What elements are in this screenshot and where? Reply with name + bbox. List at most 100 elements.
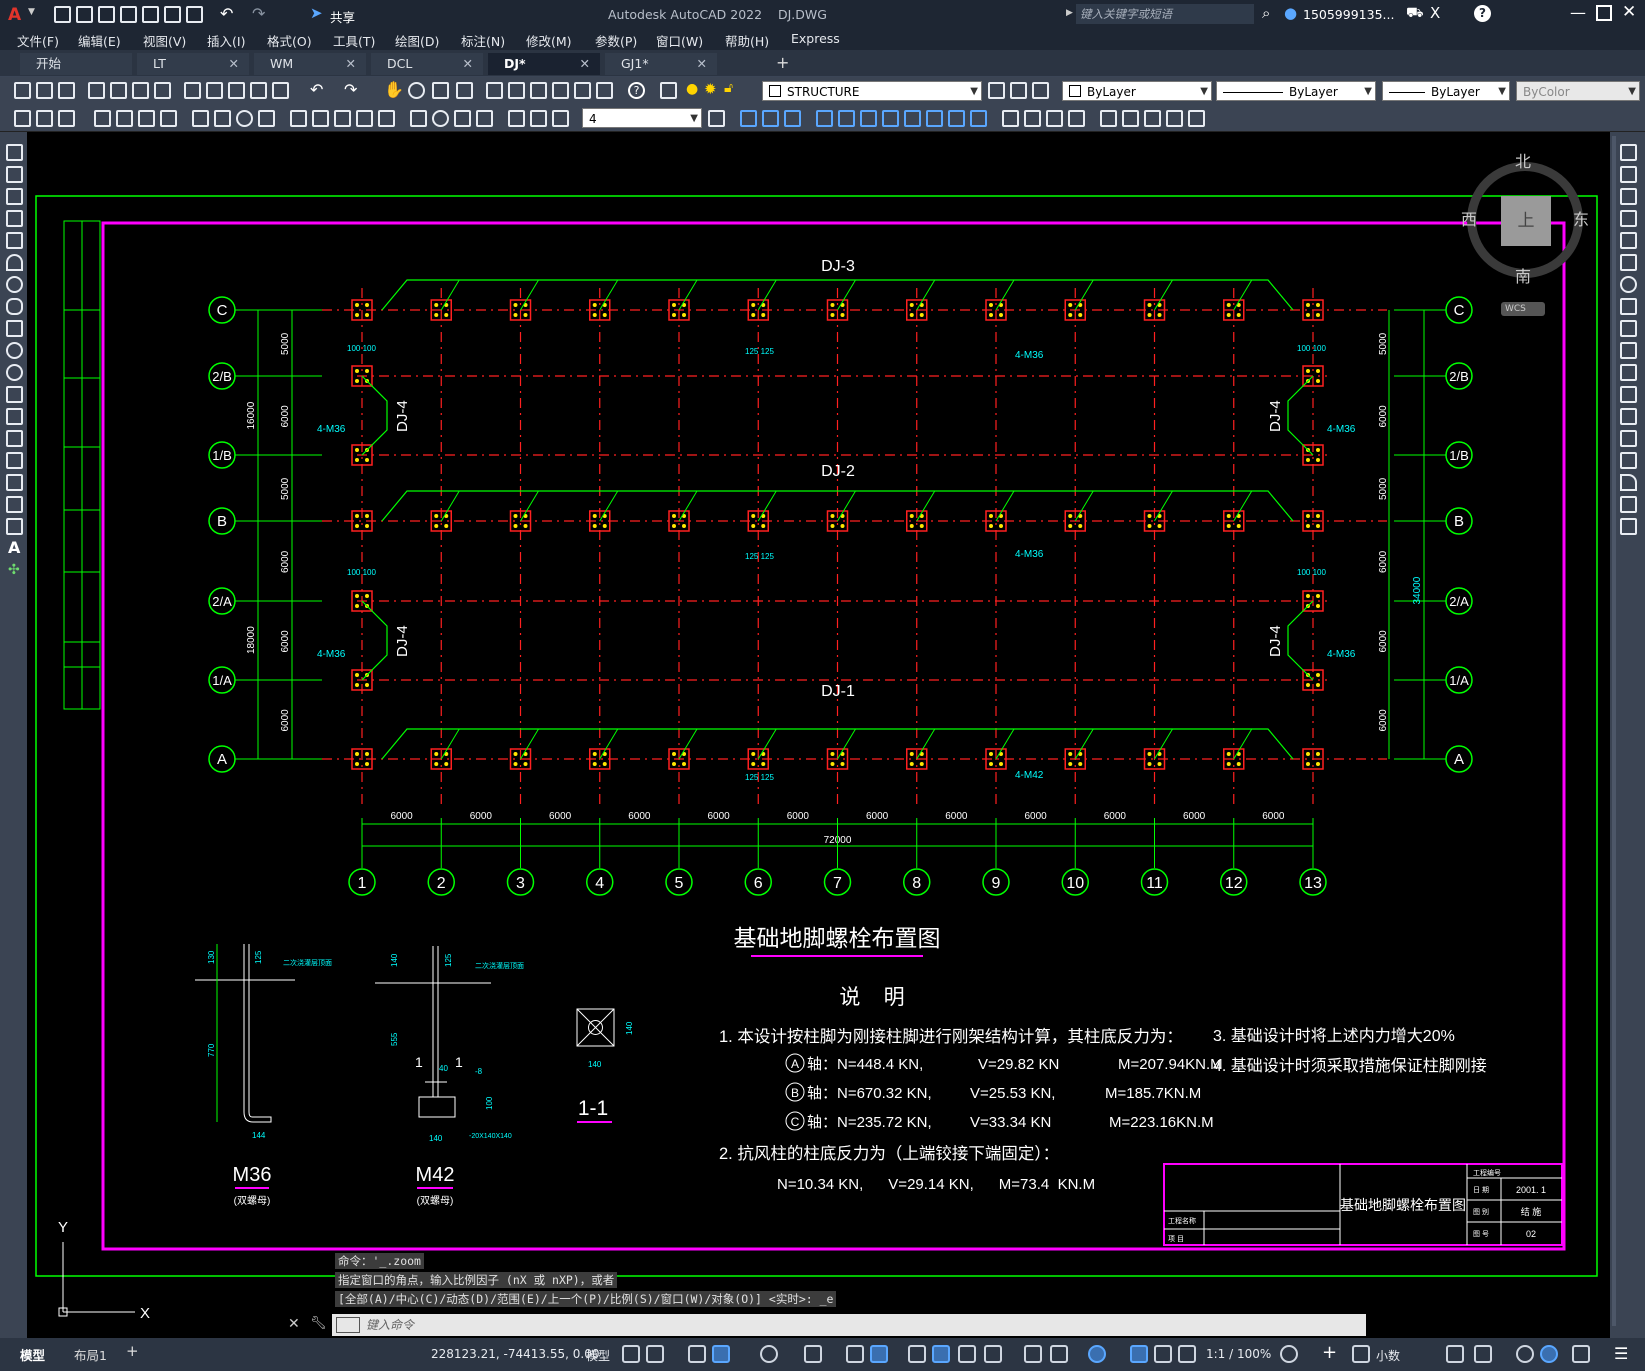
polyline-icon[interactable] [6,188,23,205]
gradient-icon[interactable] [6,474,23,491]
mirror-icon[interactable] [1620,188,1637,205]
redo-icon[interactable]: ↷ [252,4,265,23]
chamfer-icon[interactable] [1620,452,1637,469]
extend-icon[interactable] [1620,364,1637,381]
lineweight-toggle-icon[interactable] [908,1345,926,1363]
cmd-customize-icon[interactable]: 🔧︎ [310,1316,327,1331]
search-chevron-icon[interactable]: ▶ [1066,8,1073,18]
move-icon[interactable] [1620,254,1637,271]
color-dropdown[interactable]: ByLayer ▼ [1062,81,1212,101]
tb2-tool-2-icon[interactable] [36,110,53,127]
minimize-icon[interactable]: — [1570,3,1586,22]
close-icon[interactable]: ✕ [1622,2,1636,22]
app-menu-chevron-icon[interactable]: ▼ [28,7,35,17]
viewcube-face[interactable]: 上 [1501,196,1551,246]
tolerance-icon[interactable] [410,110,427,127]
copy-obj-icon[interactable] [1620,166,1637,183]
markup-icon[interactable] [574,82,591,99]
dim-update-icon[interactable] [552,110,569,127]
layer-unlock-icon[interactable]: 🔓︎ [724,80,733,96]
tab-close-icon[interactable]: ✕ [229,53,239,75]
hardware-acceleration-icon[interactable] [1540,1345,1558,1363]
add-selected-icon[interactable]: ✣ [8,562,20,578]
dynamic-ucs-icon[interactable] [1024,1345,1042,1363]
dim-jogged-icon[interactable] [214,110,231,127]
search-icon[interactable]: ⌕ [1262,4,1270,22]
lineweight-dropdown[interactable]: ByLayer ▼ [1382,81,1510,101]
dim-break-icon[interactable] [378,110,395,127]
compass-north[interactable]: 北 [1515,148,1531,172]
new-icon[interactable] [54,6,71,23]
polar-toggle-icon[interactable] [760,1345,778,1363]
3d-osnap-icon[interactable] [984,1345,1002,1363]
center-mark-icon[interactable] [432,110,449,127]
3d-tool-1-icon[interactable] [740,110,757,127]
3d-tool-2-icon[interactable] [762,110,779,127]
inspection-icon[interactable] [454,110,471,127]
publish-icon[interactable] [132,82,149,99]
file-tab-3[interactable]: DCL ✕ [371,53,483,75]
menu-item-6[interactable]: 绘图(D) [395,31,439,50]
layer-states-icon[interactable] [1032,82,1049,99]
auto-scale-icon[interactable] [1154,1345,1172,1363]
coordinates-readout[interactable]: 228123.21, -74413.55, 0.00 [431,1347,599,1361]
pan-icon[interactable]: ✋ [384,80,404,99]
menu-item-9[interactable]: 参数(P) [595,31,637,50]
tb-undo-icon[interactable]: ↶ [310,80,323,99]
dim-diameter-icon[interactable] [236,110,253,127]
dim-scale-dropdown[interactable]: 4 ▼ [582,108,702,128]
menu-item-2[interactable]: 视图(V) [143,31,186,50]
line-icon[interactable] [6,144,23,161]
tab-close-icon[interactable]: ✕ [580,53,590,75]
open-file-icon[interactable] [36,82,53,99]
help-tb-icon[interactable]: ? [628,82,645,99]
3d-tool-9-icon[interactable] [926,110,943,127]
circle-icon[interactable] [6,276,23,293]
file-tab-4[interactable]: DJ* ✕ [488,53,600,75]
region-icon[interactable] [6,496,23,513]
calculator-icon[interactable] [596,82,613,99]
3d-tool-3-icon[interactable] [784,110,801,127]
infer-toggle-icon[interactable] [688,1345,706,1363]
view-tool-5-icon[interactable] [1188,110,1205,127]
qnew-icon[interactable] [14,82,31,99]
visual-style-3-icon[interactable] [1046,110,1063,127]
ortho-toggle-icon[interactable] [712,1345,730,1363]
sheet-set-icon[interactable] [552,82,569,99]
point-icon[interactable] [6,430,23,447]
tb2-tool-1-icon[interactable] [14,110,31,127]
3d-tool-8-icon[interactable] [904,110,921,127]
file-tab-2[interactable]: WM ✕ [254,53,366,75]
rotate-icon[interactable] [1620,276,1637,293]
visual-style-2-icon[interactable] [1024,110,1041,127]
snap-toggle-icon[interactable] [646,1345,664,1363]
view-tool-2-icon[interactable] [1122,110,1139,127]
grid-toggle-icon[interactable] [622,1345,640,1363]
tab-close-icon[interactable]: ✕ [697,53,707,75]
compass-east[interactable]: 东 [1573,206,1589,230]
properties-icon[interactable] [486,82,503,99]
array-icon[interactable] [1620,232,1637,249]
offset-icon[interactable] [1620,210,1637,227]
ellipse-icon[interactable] [6,342,23,359]
fillet-icon[interactable] [1620,474,1637,491]
dim-style-icon[interactable] [708,110,725,127]
cmd-close-icon[interactable]: ✕ [288,1316,300,1332]
dim-ordinate-icon[interactable] [160,110,177,127]
design-center-icon[interactable] [508,82,525,99]
paste-icon[interactable] [228,82,245,99]
3d-tool-7-icon[interactable] [882,110,899,127]
stretch-icon[interactable] [1620,320,1637,337]
layout-tab-layout1[interactable]: 布局1 [74,1345,107,1364]
dim-continue-icon[interactable] [334,110,351,127]
3d-tool-10-icon[interactable] [948,110,965,127]
erase-icon[interactable] [1620,144,1637,161]
menu-item-5[interactable]: 工具(T) [333,31,375,50]
save-icon[interactable] [98,6,115,23]
osnap-toggle-icon[interactable] [870,1345,888,1363]
wcs-menu[interactable]: WCS [1501,302,1545,316]
selection-cycling-icon[interactable] [958,1345,976,1363]
scale-icon[interactable] [1620,298,1637,315]
mtext-icon[interactable]: A [8,538,20,557]
compass-west[interactable]: 西 [1461,206,1477,230]
